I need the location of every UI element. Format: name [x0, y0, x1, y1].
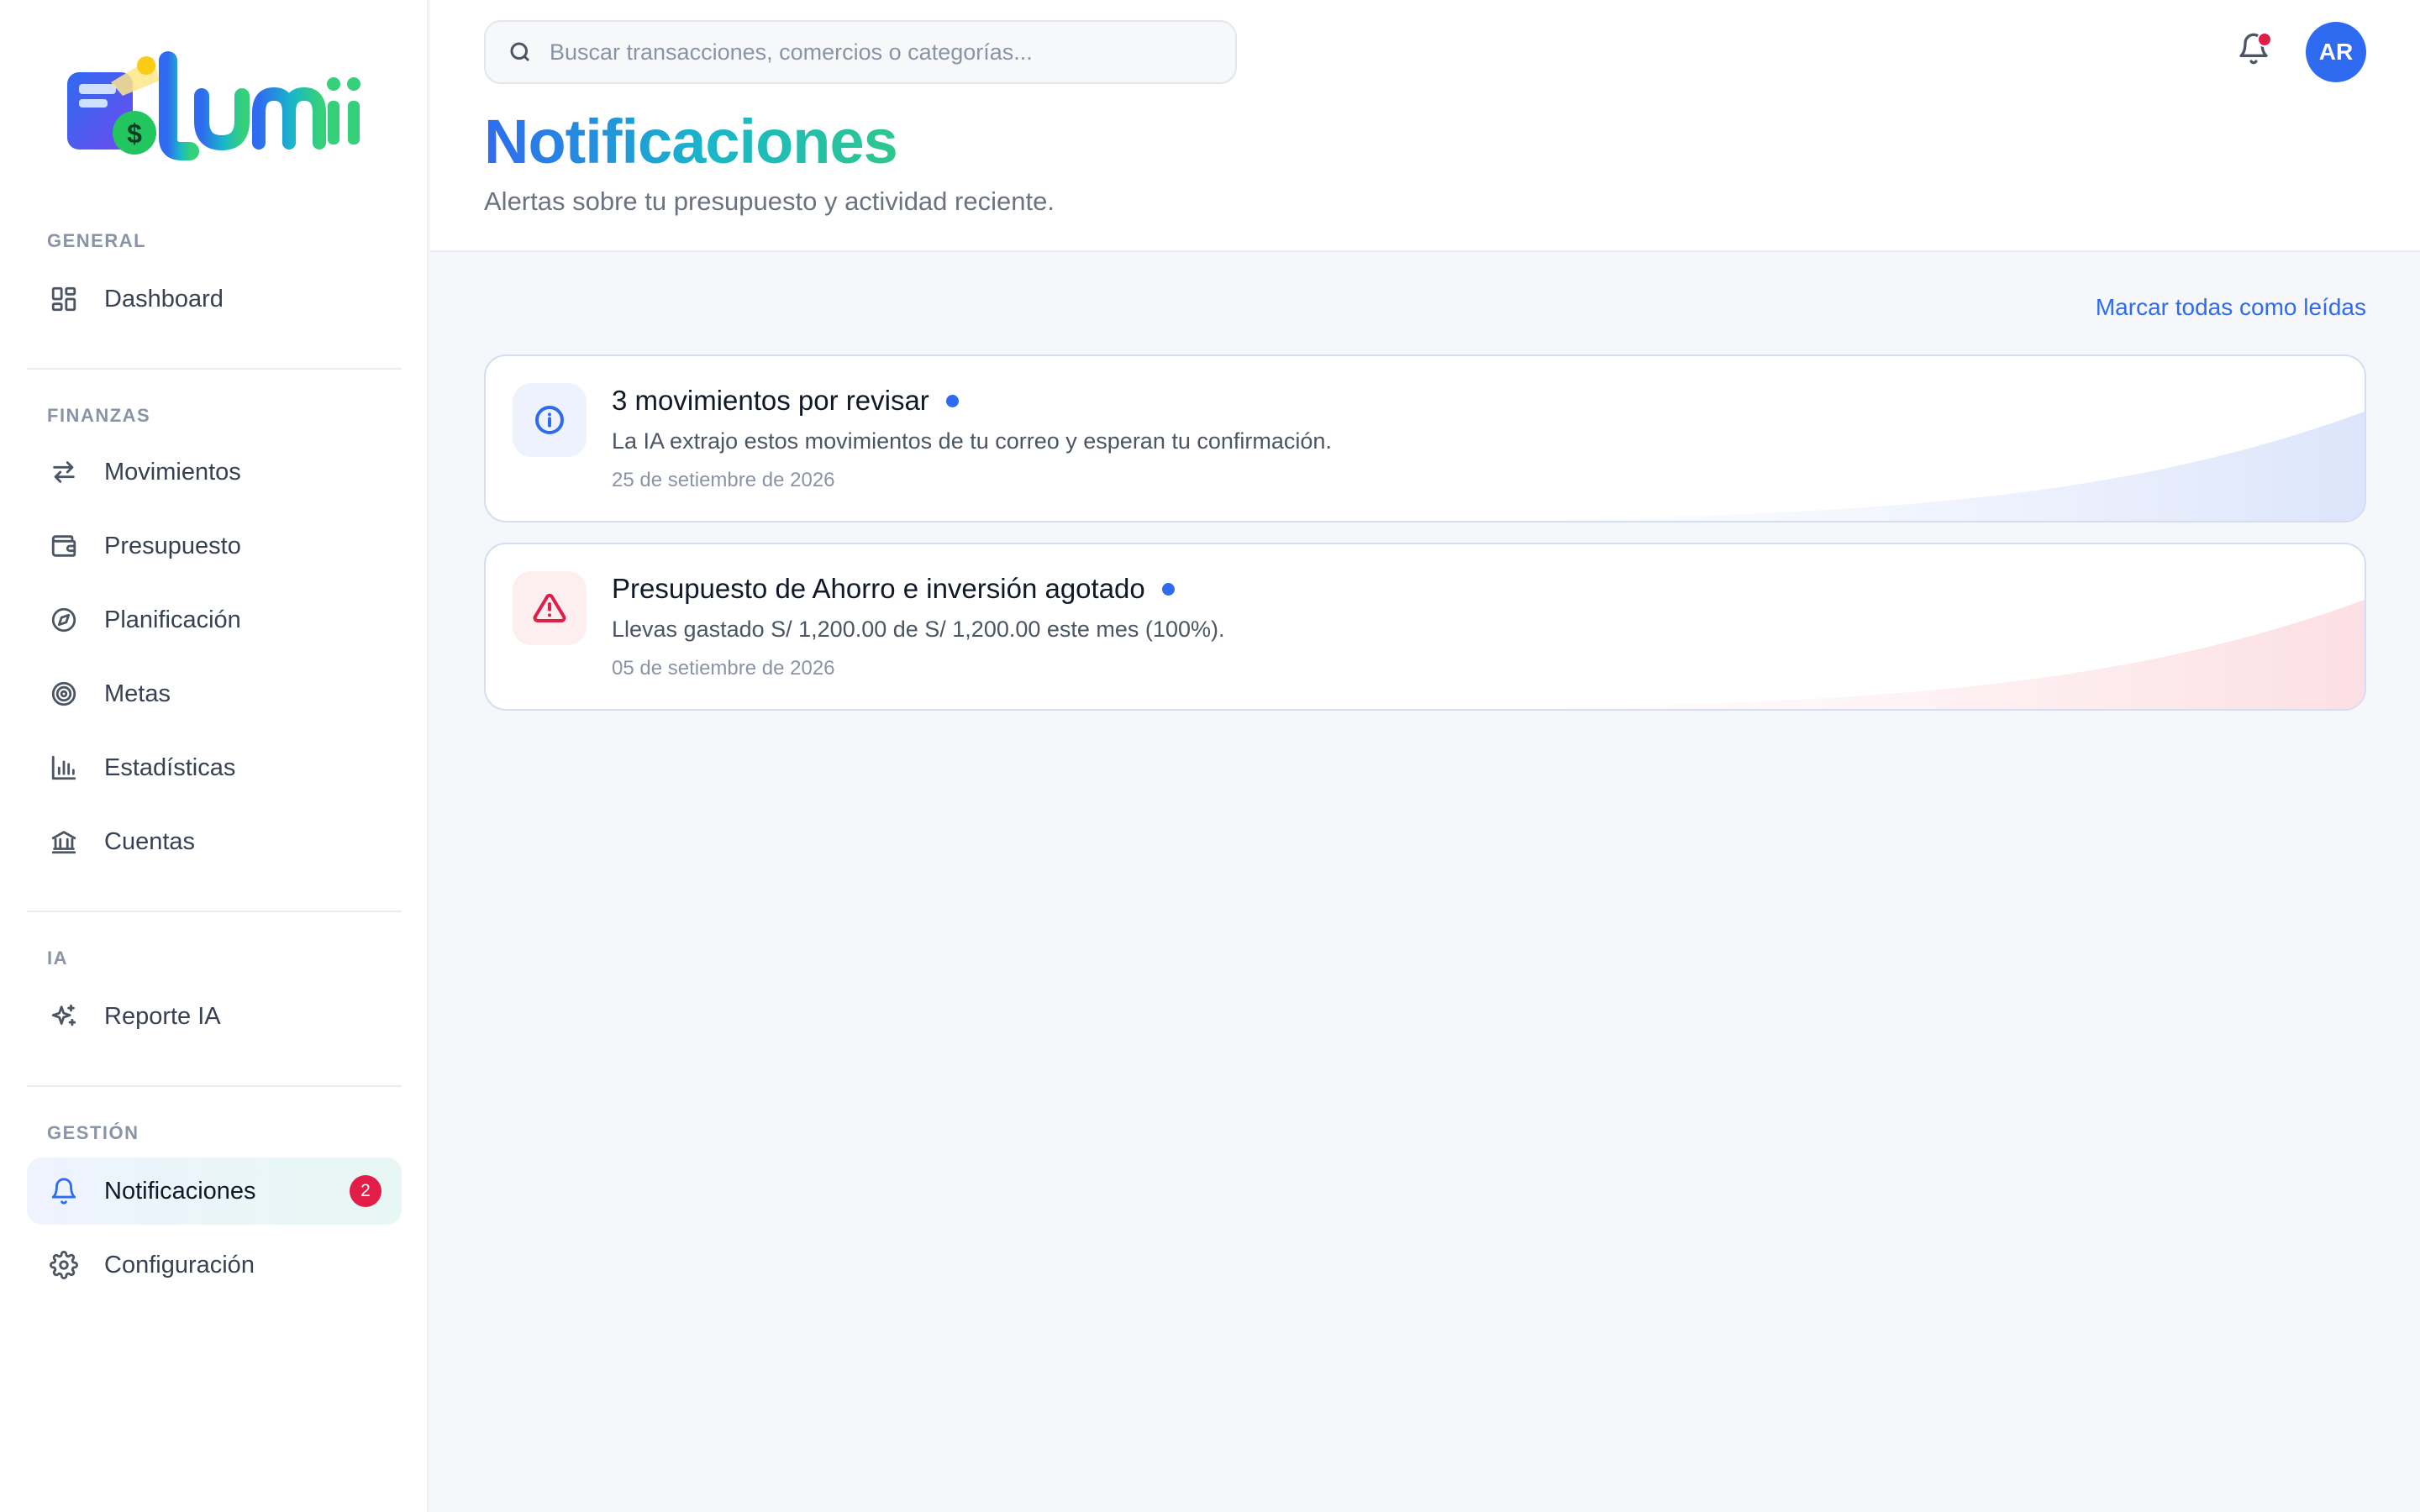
section-label-gestion: GESTIÓN — [47, 1122, 139, 1143]
sidebar-item-label: Dashboard — [104, 285, 224, 312]
info-icon-box — [513, 383, 587, 457]
sidebar-item-presupuesto[interactable]: Presupuesto — [27, 512, 402, 580]
sidebar-item-label: Reporte IA — [104, 1002, 221, 1030]
sidebar-item-label: Estadísticas — [104, 753, 236, 781]
warning-icon — [533, 593, 566, 622]
search-icon — [510, 42, 530, 62]
notification-title-text: 3 movimientos por revisar — [612, 385, 929, 416]
unread-dot — [1161, 582, 1175, 596]
sidebar-divider — [27, 911, 402, 912]
sidebar-item-label: Presupuesto — [104, 532, 241, 559]
unread-dot — [945, 394, 959, 407]
sidebar-divider — [27, 1085, 402, 1087]
page-header: AR Notificaciones Alertas sobre tu presu… — [430, 0, 2420, 252]
sidebar-item-estadisticas[interactable]: Estadísticas — [27, 734, 402, 801]
notification-count-badge: 2 — [350, 1175, 381, 1207]
sidebar-item-label: Planificación — [104, 606, 241, 633]
page-title: Notificaciones — [484, 107, 898, 176]
card-decoration — [1524, 600, 2365, 709]
sparkles-icon — [47, 1000, 81, 1033]
notification-description: La IA extrajo estos movimientos de tu co… — [612, 428, 1332, 454]
sidebar-item-movimientos[interactable]: Movimientos — [27, 438, 402, 506]
sidebar-divider — [27, 368, 402, 370]
sidebar-item-cuentas[interactable]: Cuentas — [27, 808, 402, 875]
section-label-general: GENERAL — [47, 230, 147, 251]
sidebar-item-reporte-ia[interactable]: Reporte IA — [27, 983, 402, 1050]
section-label-ia: IA — [47, 948, 68, 969]
sidebar: $ GENERAL Dashboard FINANZAS Movimientos… — [0, 0, 429, 1512]
sidebar-item-label: Configuración — [104, 1251, 255, 1278]
notification-description: Llevas gastado S/ 1,200.00 de S/ 1,200.0… — [612, 617, 1225, 642]
mark-all-read-link[interactable]: Marcar todas como leídas — [2096, 294, 2366, 321]
grid-icon — [47, 282, 81, 316]
search-bar[interactable] — [484, 20, 1237, 84]
svg-text:$: $ — [127, 118, 142, 149]
card-decoration — [1524, 412, 2365, 521]
section-label-finanzas: FINANZAS — [47, 405, 151, 426]
notification-title-text: Presupuesto de Ahorro e inversión agotad… — [612, 573, 1145, 604]
sidebar-item-metas[interactable]: Metas — [27, 660, 402, 727]
notification-title: 3 movimientos por revisar — [612, 385, 959, 417]
user-avatar[interactable]: AR — [2306, 22, 2366, 82]
arrows-icon — [47, 455, 81, 489]
notification-card[interactable]: Presupuesto de Ahorro e inversión agotad… — [484, 543, 2366, 711]
notification-date: 25 de setiembre de 2026 — [612, 469, 835, 491]
notification-date: 05 de setiembre de 2026 — [612, 657, 835, 680]
search-input[interactable] — [548, 38, 1223, 66]
page-subtitle: Alertas sobre tu presupuesto y actividad… — [484, 186, 1055, 216]
sidebar-item-notificaciones[interactable]: Notificaciones 2 — [27, 1158, 402, 1225]
sidebar-item-label: Cuentas — [104, 827, 196, 855]
warning-icon-box — [513, 571, 587, 645]
gear-icon — [47, 1248, 81, 1282]
compass-icon — [47, 603, 81, 637]
notification-card[interactable]: 3 movimientos por revisar La IA extrajo … — [484, 354, 2366, 522]
notifications-bell-button[interactable] — [2237, 32, 2274, 72]
sidebar-item-planificacion[interactable]: Planificación — [27, 586, 402, 654]
wallet-icon — [47, 529, 81, 563]
sidebar-item-configuracion[interactable]: Configuración — [27, 1231, 402, 1299]
unread-indicator-dot — [2257, 32, 2272, 47]
bar-chart-icon — [47, 751, 81, 785]
sidebar-item-dashboard[interactable]: Dashboard — [27, 265, 402, 333]
sidebar-item-label: Notificaciones — [104, 1177, 256, 1205]
notification-title: Presupuesto de Ahorro e inversión agotad… — [612, 573, 1175, 605]
sidebar-item-label: Metas — [104, 680, 171, 707]
info-icon — [535, 406, 564, 434]
target-icon — [47, 677, 81, 711]
bell-icon — [47, 1174, 81, 1208]
bank-icon — [47, 825, 81, 858]
lumii-logo[interactable]: $ — [60, 49, 363, 166]
sidebar-item-label: Movimientos — [104, 458, 241, 486]
